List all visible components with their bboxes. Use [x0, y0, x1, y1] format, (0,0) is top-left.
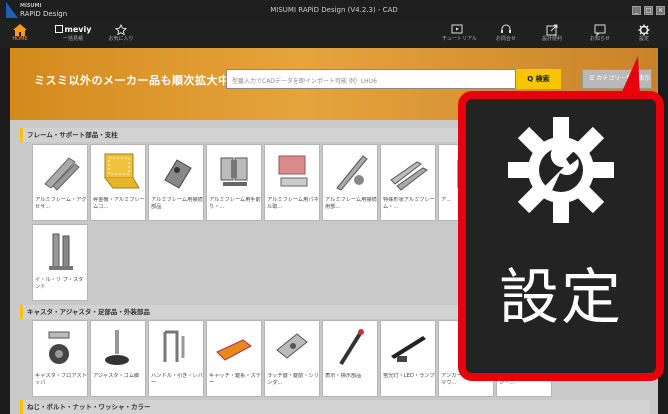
category-tile-label: キャッチ・錠系・ステー — [209, 373, 261, 386]
home-label: HOME — [12, 36, 28, 42]
home-button[interactable]: HOME — [6, 24, 34, 46]
adjuster-image — [105, 330, 129, 365]
category-tile-label: アジャスタ・ゴム脚 — [93, 373, 140, 379]
category-tile-label: アルミフレーム用手前り・... — [209, 197, 261, 210]
tutorial-label: チュートリアル — [442, 36, 477, 42]
favorites-button[interactable]: お気に入り — [108, 24, 134, 46]
main-toolbar: HOME meviy 一括見積 お気に入り チュートリアル お問合せ 設計便利 … — [0, 22, 668, 48]
contact-label: お問合せ — [495, 36, 516, 42]
category-tile-label: アルミフレーム・アクセサ... — [35, 197, 87, 210]
tutorial-icon — [451, 24, 463, 34]
tutorial-button[interactable]: チュートリアル — [442, 24, 477, 46]
bracket-image — [164, 159, 192, 189]
minimize-button[interactable]: _ — [632, 6, 641, 15]
category-tile-label: 特殊形状アルミフレーム・... — [383, 197, 435, 210]
section-header-screws: ねじ・ボルト・ナット・ワッシャ・カラー — [20, 400, 650, 414]
category-tile[interactable]: アルミフレーム用接続部品 — [148, 144, 204, 221]
category-tile-label: イ・ル・リ プ・スタンド — [35, 277, 84, 290]
indicator-image — [339, 329, 364, 366]
meviy-icon — [54, 25, 63, 33]
external-label: 設計便利 — [541, 36, 562, 42]
special-frame-image — [390, 161, 428, 191]
notifications-label: お知らせ — [590, 36, 610, 42]
category-tile[interactable]: 蛍光灯・LED・ランプ — [380, 320, 436, 397]
notifications-button[interactable]: お知らせ — [586, 24, 614, 46]
settings-button[interactable]: 設定 — [632, 24, 656, 46]
part-number-search-input[interactable]: 型番入力でCADデータを即インポート可能 例）LHU6 — [226, 69, 516, 89]
category-tile-label: キャスタ・フロアストッパ — [35, 373, 87, 386]
category-tile[interactable]: キャッチ・錠系・ステー — [206, 320, 262, 397]
search-button[interactable]: Q 検索 — [516, 69, 561, 89]
meviy-button[interactable]: meviy 一括見積 — [48, 24, 98, 46]
banner-text: ミスミ以外のメーカー品も順次拡大中 — [34, 74, 230, 87]
category-tile-label: ラッチ錠・錠前・シリンダ... — [267, 373, 319, 386]
category-tile-label: ハンドル・引き・レバー — [151, 373, 203, 386]
message-icon — [594, 24, 606, 36]
connector-image — [336, 155, 368, 191]
category-tile[interactable]: イ・ル・リ プ・スタンド — [32, 224, 88, 301]
close-button[interactable]: × — [656, 6, 665, 15]
led-lamp-image — [391, 336, 426, 362]
gear-wrench-icon — [508, 117, 614, 223]
category-tile-label: 蛍光灯・LED・ランプ — [383, 373, 435, 379]
category-tile-label: アルミフレーム用接続用部... — [325, 197, 377, 210]
aluminum-frame-image — [44, 157, 80, 191]
settings-callout-label: 設定 — [499, 263, 623, 333]
category-tile[interactable]: キャスタ・フロアストッパ — [32, 320, 88, 397]
external-link-button[interactable]: 設計便利 — [538, 24, 566, 46]
category-tile[interactable]: ハンドル・引き・レバー — [148, 320, 204, 397]
caster-image — [48, 331, 70, 364]
frame-kit-image — [104, 153, 140, 189]
stand-image — [49, 233, 73, 270]
headset-icon — [501, 24, 511, 33]
meviy-logo: meviy — [48, 24, 98, 36]
maximize-button[interactable]: □ — [644, 6, 653, 15]
latch-image — [276, 333, 308, 359]
category-tile[interactable]: アルミフレーム用接続用部... — [322, 144, 378, 221]
window-title: MISUMI RAPiD Design (V4.2.3) - CAD — [270, 6, 398, 14]
handle-image — [163, 330, 185, 362]
external-link-icon — [546, 24, 558, 36]
category-tile[interactable]: 昇金機・アルミフレームコ... — [90, 144, 146, 221]
title-bar: MISUMI RAPiD Design MISUMI RAPiD Design … — [0, 0, 668, 22]
category-tile[interactable]: アルミフレーム用手前り・... — [206, 144, 262, 221]
favorites-label: お気に入り — [108, 36, 134, 42]
gear-wrench-icon — [638, 24, 650, 36]
panel-image — [278, 155, 308, 187]
catch-image — [216, 339, 252, 361]
settings-label: 設定 — [638, 36, 649, 42]
home-icon — [13, 24, 27, 36]
bulk-quote-label: 一括見積 — [62, 36, 83, 42]
hinge-image — [220, 157, 248, 186]
category-tile[interactable]: 表示・標示部品 — [322, 320, 378, 397]
category-tile-label: 昇金機・アルミフレームコ... — [93, 197, 145, 210]
meviy-label: meviy — [64, 25, 92, 34]
settings-callout: 設定 — [458, 91, 664, 381]
category-tile-label: アルミフレーム用パネル取... — [267, 197, 319, 210]
category-tile[interactable]: アジャスタ・ゴム脚 — [90, 320, 146, 397]
category-tile-label: 表示・標示部品 — [325, 373, 362, 379]
category-tile[interactable]: アルミフレーム用パネル取... — [264, 144, 320, 221]
category-tile[interactable]: ラッチ錠・錠前・シリンダ... — [264, 320, 320, 397]
category-tile-label: アルミフレーム用接続部品 — [151, 197, 203, 210]
contact-button[interactable]: お問合せ — [492, 24, 520, 46]
category-tile[interactable]: アルミフレーム・アクセサ... — [32, 144, 88, 221]
category-tile[interactable]: 特殊形状アルミフレーム・... — [380, 144, 436, 221]
star-icon — [115, 24, 127, 36]
